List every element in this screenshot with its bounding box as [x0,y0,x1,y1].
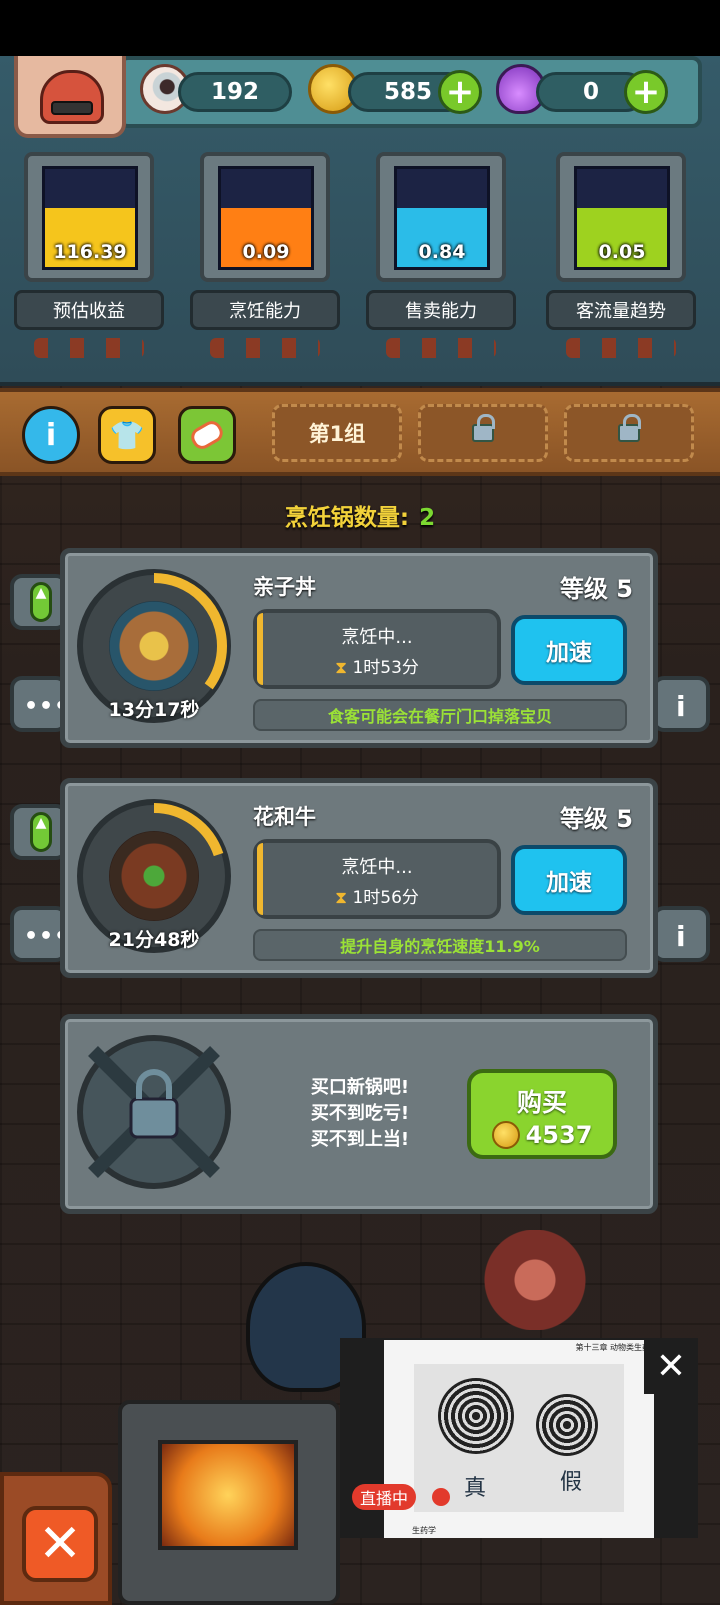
hourglass-icon: ⧗ [335,658,348,678]
live-stream-screen: 第十三章 动物类生药 真 假 生药学 [384,1340,654,1538]
gauge-label: 烹饪能力 [190,290,340,330]
cooking-status-box: 烹饪中... ⧗ 1时56分 [253,839,501,919]
cooking-time-left: 1时53分 [352,658,419,678]
pot-info-tab[interactable]: i [652,906,710,962]
info-icon: i [676,690,686,723]
gauge-cooking-ability[interactable]: 0.09 烹饪能力 [190,152,340,358]
speed-up-button[interactable]: 加速 [511,615,627,685]
pot-bonus-tip: 提升自身的烹饪速度11.9% [253,929,627,961]
cooking-status: 烹饪中... [341,627,413,648]
close-panel-frame: ✕ [0,1472,112,1605]
locked-pot-card: 买口新锅吧! 买不到吃亏! 买不到上当! 购买 4537 [60,1014,658,1214]
pot-card: 21分48秒 花和牛 等级 5 烹饪中... ⧗ 1时56分 加速 提升自身的烹… [60,778,658,978]
cooking-progress-bar [257,613,263,685]
player-avatar[interactable] [14,56,126,138]
add-potions-button[interactable]: + [624,70,668,114]
info-icon: i [45,417,57,453]
locked-pot-slogan: 买口新锅吧! 买不到吃亏! 买不到上当! [275,1075,445,1153]
dish-level: 等级 5 [559,805,633,833]
upgrade-arrow-icon: ▲ [30,582,52,622]
dish-name: 亲子丼 [253,575,316,599]
live-badge: 直播中 [352,1484,417,1510]
gauge-selling-ability[interactable]: 0.84 售卖能力 [366,152,516,358]
info-icon: i [676,920,686,953]
gauge-customer-trend[interactable]: 0.05 客流量趋势 [546,152,696,358]
recipe-button[interactable] [178,406,236,464]
gauge-estimated-income[interactable]: 116.39 预估收益 [14,152,164,358]
tab-group-1[interactable]: 第1组 [272,404,402,462]
pot-count: 烹饪锅数量: 2 [0,498,720,532]
gauge-value: 0.84 [418,241,466,263]
chained-lock-icon [77,1035,231,1189]
pot-bonus-tip: 食客可能会在餐厅门口掉落宝贝 [253,699,627,731]
lock-icon [618,414,641,442]
tab-group-locked-2[interactable] [418,404,548,462]
coin-icon [491,1121,520,1149]
pot-timer: 21分48秒 [108,929,200,951]
gauge-value: 0.05 [598,241,646,263]
outfit-button[interactable]: 👕 [98,406,156,464]
cooking-status: 烹饪中... [341,857,413,878]
resource-bar: 192 585 + 0 + [118,56,702,128]
slogan-line-1: 买口新锅吧! [310,1077,410,1098]
live-stream-overlay[interactable]: 第十三章 动物类生药 真 假 生药学 ✕ 直播中 [340,1338,698,1538]
upgrade-arrow-icon: ▲ [30,812,52,852]
pot-card: 13分17秒 亲子丼 等级 5 烹饪中... ⧗ 1时53分 加速 食客可能会在… [60,548,658,748]
monster-face [40,70,104,124]
dish-name: 花和牛 [253,805,316,829]
info-button[interactable]: i [22,406,80,464]
gauge-label: 售卖能力 [366,290,516,330]
furnace-decoration [118,1400,340,1605]
pot-timer: 13分17秒 [108,699,200,721]
slogan-line-3: 买不到上当! [310,1129,410,1150]
live-close-button[interactable]: ✕ [644,1338,698,1394]
label-fake: 假 [560,1470,583,1495]
cooking-time-left: 1时56分 [352,888,419,908]
label-genuine: 真 [464,1476,487,1501]
oyakodon-dish-image [109,601,199,691]
gauge-value: 116.39 [53,241,127,263]
slide-header: 第十三章 动物类生药 [575,1343,650,1352]
cooking-progress-bar [257,843,263,915]
hourglass-icon: ⧗ [335,888,348,908]
close-panel-button[interactable]: ✕ [22,1506,98,1582]
speed-up-button[interactable]: 加速 [511,845,627,915]
eyeball-count: 192 [178,72,292,112]
toolbar: i 👕 第1组 [0,388,720,476]
buy-pot-button[interactable]: 购买 4537 [467,1069,617,1159]
gauge-value: 0.09 [242,241,290,263]
buy-label: 购买 [516,1088,567,1117]
tab-group-locked-3[interactable] [564,404,694,462]
snake-coil-left [438,1378,514,1454]
dish-level: 等级 5 [559,575,633,603]
snake-coil-right [536,1394,598,1456]
pot-info-tab[interactable]: i [652,676,710,732]
lock-icon [472,414,495,442]
shirt-icon: 👕 [109,418,145,452]
live-record-dot [432,1488,450,1506]
sushi-icon [187,417,227,453]
cooking-status-box: 烹饪中... ⧗ 1时53分 [253,609,501,689]
flower-monster-decoration [470,1230,600,1330]
slide-footer: 生药学 [412,1526,436,1535]
pot-count-value: 2 [419,505,436,531]
slogan-line-2: 买不到吃亏! [310,1103,410,1124]
gauge-label: 预估收益 [14,290,164,330]
gauge-label: 客流量趋势 [546,290,696,330]
status-bar [0,0,720,56]
add-coins-button[interactable]: + [438,70,482,114]
buy-price: 4537 [525,1121,593,1149]
pot-count-label: 烹饪锅数量: [284,505,410,531]
wagyu-dish-image [109,831,199,921]
